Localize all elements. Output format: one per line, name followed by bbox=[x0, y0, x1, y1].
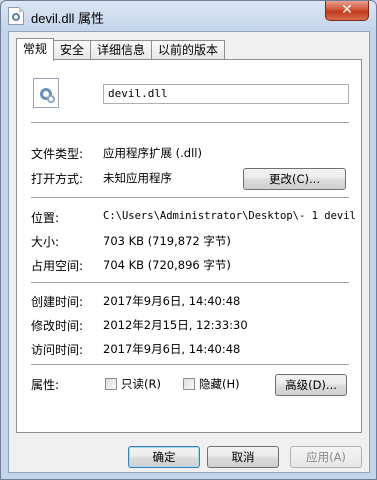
created-label: 创建时间: bbox=[31, 295, 84, 309]
cancel-button[interactable]: 取消 bbox=[207, 446, 279, 468]
divider bbox=[31, 122, 349, 124]
modified-label: 修改时间: bbox=[31, 319, 84, 333]
created-value: 2017年9月6日, 14:40:48 bbox=[103, 294, 241, 308]
file-type-label: 文件类型: bbox=[31, 147, 84, 161]
location-value: C:\Users\Administrator\Desktop\- 1 devil bbox=[103, 210, 356, 222]
title-bar[interactable]: devil.dll 属性 ✕ bbox=[1, 1, 376, 31]
readonly-checkbox[interactable] bbox=[105, 378, 117, 390]
size-on-disk-value: 704 KB (720,896 字节) bbox=[103, 258, 231, 272]
change-button[interactable]: 更改(C)... bbox=[243, 168, 346, 190]
size-label: 大小: bbox=[31, 235, 60, 249]
size-value: 703 KB (719,872 字节) bbox=[103, 234, 231, 248]
open-with-label: 打开方式: bbox=[31, 172, 84, 186]
file-type-value: 应用程序扩展 (.dll) bbox=[103, 146, 202, 160]
apply-button[interactable]: 应用(A) bbox=[290, 446, 362, 468]
divider bbox=[31, 197, 349, 199]
dll-gear-icon bbox=[33, 78, 59, 108]
accessed-label: 访问时间: bbox=[31, 343, 84, 357]
size-on-disk-label: 占用空间: bbox=[31, 259, 84, 273]
divider bbox=[31, 282, 349, 284]
dll-file-icon bbox=[8, 7, 24, 25]
open-with-value: 未知应用程序 bbox=[103, 171, 172, 185]
general-tab-panel: devil.dll 文件类型: 应用程序扩展 (.dll) 打开方式: 未知应用… bbox=[16, 59, 362, 433]
accessed-value: 2017年9月6日, 14:40:48 bbox=[103, 342, 241, 356]
hidden-checkbox[interactable] bbox=[183, 378, 195, 390]
tab-strip: 常规 安全 详细信息 以前的版本 bbox=[16, 38, 226, 61]
window-title: devil.dll 属性 bbox=[31, 11, 104, 26]
modified-value: 2012年2月15日, 12:33:30 bbox=[103, 318, 248, 332]
readonly-label[interactable]: 只读(R) bbox=[121, 376, 161, 392]
close-button[interactable]: ✕ bbox=[325, 1, 369, 21]
tab-details[interactable]: 详细信息 bbox=[90, 40, 153, 60]
divider bbox=[31, 364, 349, 366]
properties-window: devil.dll 属性 ✕ 常规 安全 详细信息 以前的版本 devil.dl… bbox=[0, 0, 377, 480]
location-label: 位置: bbox=[31, 211, 60, 225]
tab-security[interactable]: 安全 bbox=[53, 40, 92, 60]
attributes-label: 属性: bbox=[31, 378, 60, 392]
advanced-button[interactable]: 高级(D)... bbox=[275, 374, 347, 396]
tab-previous-versions[interactable]: 以前的版本 bbox=[151, 40, 226, 60]
hidden-label[interactable]: 隐藏(H) bbox=[199, 376, 240, 392]
tab-general[interactable]: 常规 bbox=[16, 38, 55, 61]
file-name-field[interactable]: devil.dll bbox=[103, 84, 349, 104]
dialog-content: 常规 安全 详细信息 以前的版本 devil.dll 文件类型: 应用程序扩展 … bbox=[8, 31, 370, 473]
ok-button[interactable]: 确定 bbox=[128, 446, 200, 468]
